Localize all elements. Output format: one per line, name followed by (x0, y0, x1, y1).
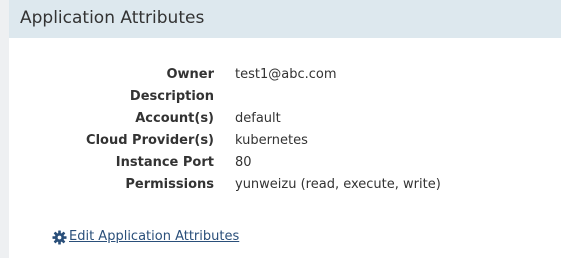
attribute-row-owner: Owner test1@abc.com (9, 67, 561, 89)
application-attributes-panel: Application Attributes Owner test1@abc.c… (9, 0, 561, 258)
panel-header: Application Attributes (9, 0, 561, 38)
attribute-row-instance-port: Instance Port 80 (9, 155, 561, 177)
gear-icon (52, 230, 67, 245)
attribute-row-description: Description (9, 89, 561, 111)
permissions-label: Permissions (125, 177, 214, 192)
attribute-row-accounts: Account(s) default (9, 111, 561, 133)
attribute-row-permissions: Permissions yunweizu (read, execute, wri… (9, 177, 561, 199)
attribute-row-cloud-providers: Cloud Provider(s) kubernetes (9, 133, 561, 155)
permissions-value: yunweizu (read, execute, write) (235, 177, 441, 192)
cloud-providers-label: Cloud Provider(s) (86, 133, 214, 148)
accounts-value: default (235, 111, 281, 126)
edit-link-label[interactable]: Edit Application Attributes (69, 229, 239, 244)
instance-port-label: Instance Port (115, 155, 214, 170)
description-label: Description (129, 89, 214, 104)
owner-label: Owner (166, 67, 214, 82)
accounts-label: Account(s) (135, 111, 214, 126)
panel-title: Application Attributes (20, 8, 205, 28)
owner-value: test1@abc.com (235, 67, 337, 82)
instance-port-value: 80 (235, 155, 252, 170)
page-background: Application Attributes Owner test1@abc.c… (0, 0, 561, 258)
cloud-providers-value: kubernetes (235, 133, 308, 148)
